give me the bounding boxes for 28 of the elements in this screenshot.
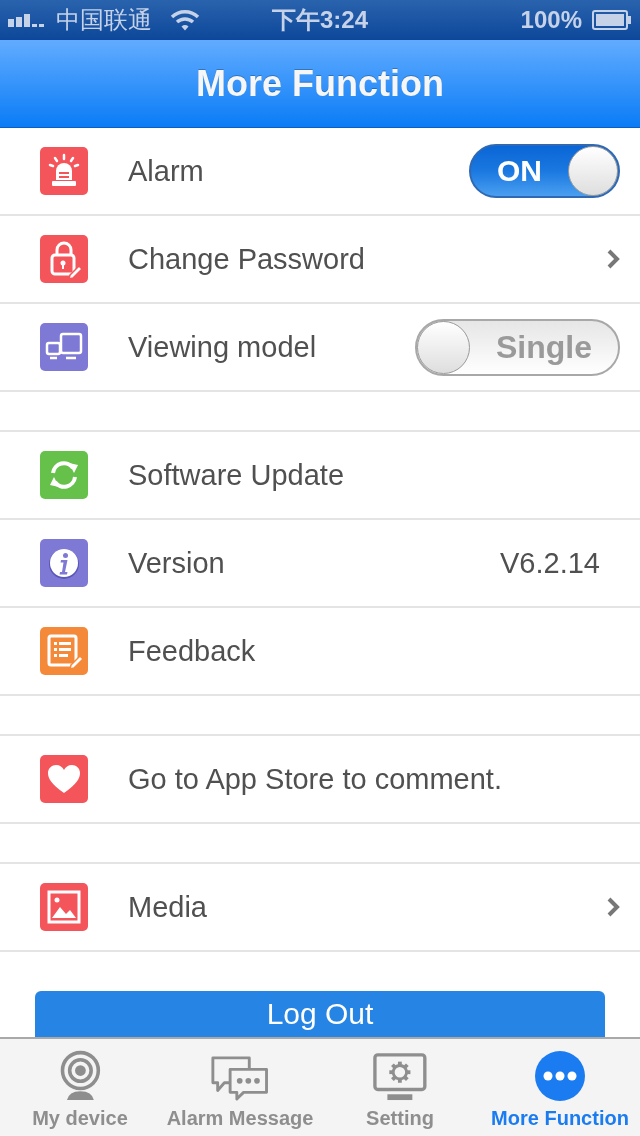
monitor-gear-icon: [373, 1053, 427, 1101]
menu-label[interactable]: Change Password: [128, 242, 606, 276]
status-time: 下午3:24: [271, 6, 368, 34]
chat-bubbles-icon: [210, 1055, 270, 1101]
tab[interactable]: Setting: [320, 1039, 480, 1136]
menu-label: Viewing model: [128, 330, 318, 364]
menu-label: Alarm: [128, 154, 205, 188]
log-out-button[interactable]: Log Out: [35, 991, 605, 1037]
menu-label: Version: [128, 546, 226, 580]
menu-label[interactable]: Media: [128, 890, 606, 924]
version-value: V6.2.14: [500, 546, 600, 580]
menu-label[interactable]: Software Update: [128, 458, 620, 492]
tab[interactable]: Alarm Message: [160, 1039, 320, 1136]
signal-icon: [8, 13, 46, 27]
more-icon: [535, 1051, 585, 1101]
wifi-icon: [170, 9, 200, 31]
menu-label[interactable]: Go to App Store to comment.: [128, 762, 620, 796]
toggle-switch[interactable]: Single: [415, 318, 620, 376]
page-title: More Function: [196, 62, 444, 105]
tab[interactable]: More Function: [480, 1039, 640, 1136]
menu-label[interactable]: Feedback: [128, 634, 620, 668]
carrier-name: 中国联通: [56, 6, 152, 34]
chevron-right-icon: [606, 896, 620, 918]
tab[interactable]: My device: [0, 1039, 160, 1136]
chevron-right-icon: [606, 248, 620, 270]
battery-icon: [592, 10, 632, 30]
toggle-switch[interactable]: ON: [469, 144, 620, 198]
battery-percent: 100%: [520, 6, 582, 34]
